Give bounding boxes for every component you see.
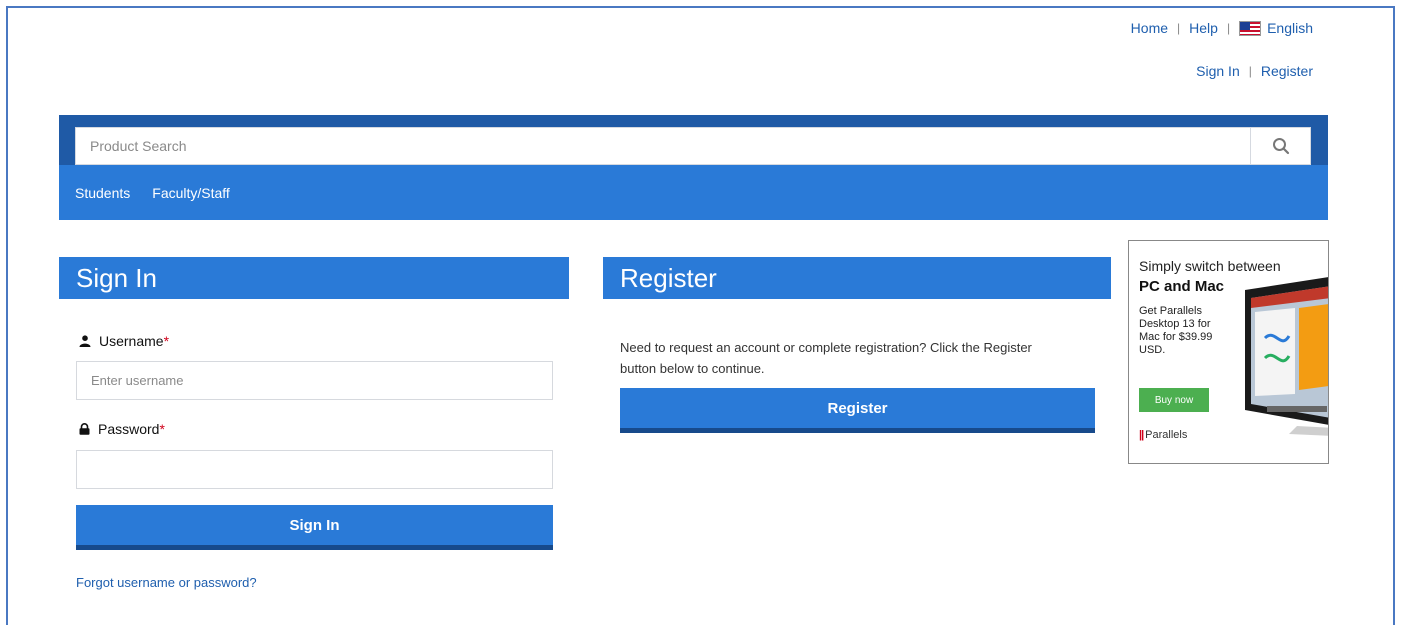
signin-heading: Sign In: [59, 257, 569, 299]
us-flag-icon: [1239, 20, 1262, 36]
product-search-input[interactable]: [76, 128, 1250, 164]
register-button[interactable]: Register: [620, 388, 1095, 433]
signin-button[interactable]: Sign In: [76, 505, 553, 550]
ad-tagline: Simply switch between: [1139, 258, 1281, 274]
nav-faculty-staff[interactable]: Faculty/Staff: [152, 185, 230, 201]
ad-headline: PC and Mac: [1139, 278, 1225, 295]
help-link[interactable]: Help: [1189, 20, 1218, 36]
home-link[interactable]: Home: [1131, 20, 1168, 36]
parallels-logo-mark: ||: [1139, 429, 1144, 441]
register-heading: Register: [603, 257, 1111, 299]
nav-students[interactable]: Students: [75, 185, 130, 201]
signin-link[interactable]: Sign In: [1196, 63, 1240, 79]
search-band: [59, 115, 1328, 165]
ad-buy-now-button[interactable]: Buy now: [1139, 388, 1209, 412]
required-asterisk: *: [163, 333, 170, 349]
register-description: Need to request an account or complete r…: [620, 340, 1032, 376]
monitor-icon: [1245, 277, 1328, 436]
ad-body: Get Parallels Desktop 13 for Mac for $39…: [1139, 305, 1213, 356]
search-box: [75, 127, 1311, 165]
parallels-ad[interactable]: Simply switch between PC and Mac Get Par…: [1128, 240, 1329, 464]
password-label-text: Password: [98, 421, 160, 437]
separator: |: [1248, 64, 1252, 78]
password-input[interactable]: [77, 451, 552, 488]
username-label-text: Username: [99, 333, 164, 349]
username-input[interactable]: [77, 362, 552, 399]
username-label: Username*: [79, 333, 169, 349]
password-label: Password*: [79, 421, 165, 437]
username-field: [76, 361, 553, 400]
parallels-brand: Parallels: [1145, 429, 1188, 441]
search-button[interactable]: [1250, 128, 1310, 164]
forgot-credentials-link[interactable]: Forgot username or password?: [76, 575, 257, 590]
separator: |: [1177, 21, 1181, 35]
user-icon: [79, 335, 91, 347]
separator: |: [1226, 21, 1231, 35]
password-field: [76, 450, 553, 489]
main-nav: Students Faculty/Staff: [59, 165, 1328, 220]
utility-links: Home | Help | English: [1131, 20, 1313, 36]
lock-icon: [79, 423, 90, 435]
language-link[interactable]: English: [1267, 20, 1313, 36]
parallels-logo: || Parallels: [1139, 429, 1187, 441]
account-links: Sign In | Register: [1196, 63, 1313, 79]
register-link[interactable]: Register: [1261, 63, 1313, 79]
search-icon: [1272, 138, 1289, 155]
required-asterisk: *: [159, 421, 165, 437]
